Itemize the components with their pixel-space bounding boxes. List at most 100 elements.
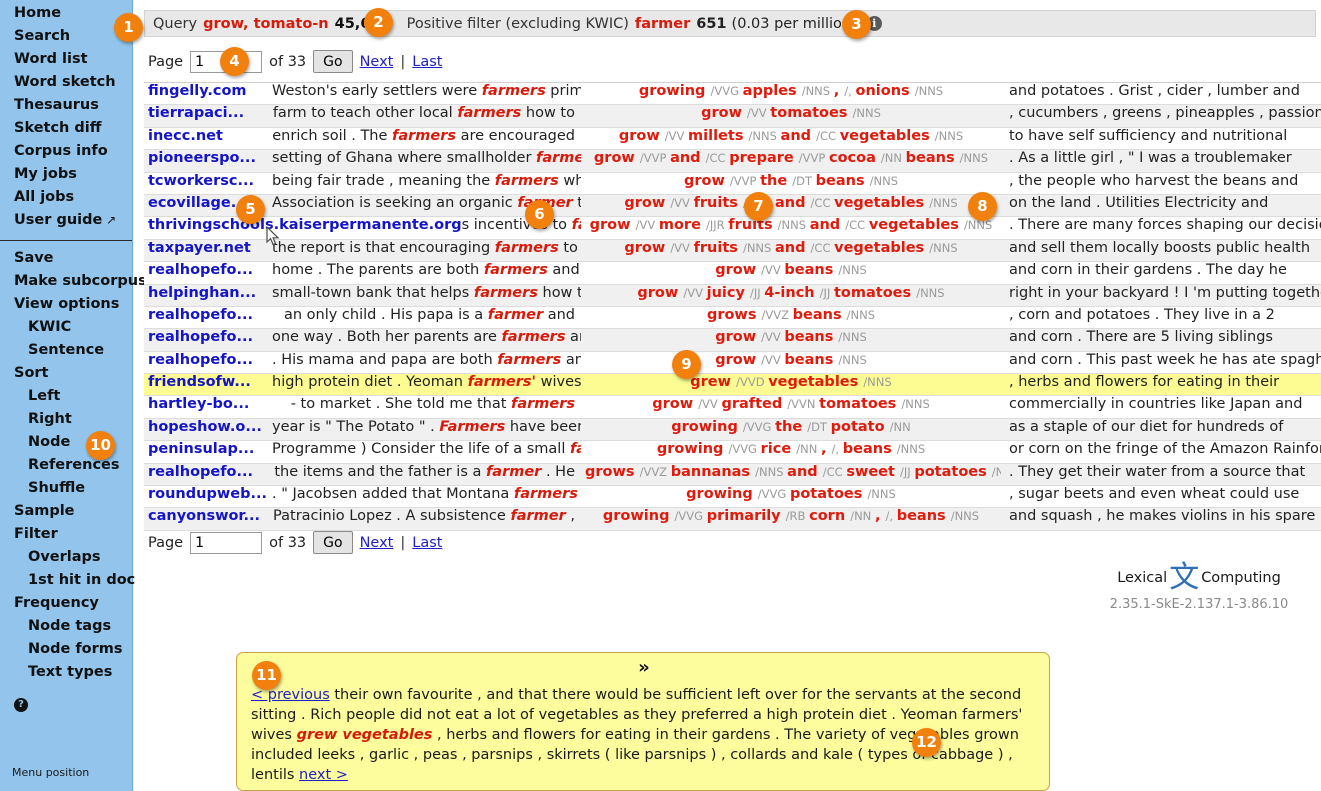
concordance-row[interactable]: hopeshow.o...year is " The Potato " . Fa… [144, 419, 1321, 441]
kwic-node[interactable]: grow /VV millets /NNS and /CC vegetables… [581, 128, 1001, 144]
concordance-row[interactable]: roundupweb.... " Jacobsen added that Mon… [144, 486, 1321, 508]
sidebar-item-corpus-info[interactable]: Corpus info [0, 140, 132, 163]
left-context[interactable]: the items and the father is a farmer . H… [272, 464, 581, 480]
kwic-node[interactable]: growing /VVG rice /NN , /, beans /NNS [581, 441, 1001, 457]
sidebar-item-sample[interactable]: Sample [0, 500, 132, 523]
row-reference-link[interactable]: tcworkersc... [144, 173, 272, 189]
concordance-row[interactable]: realhopefo...an only child . His papa is… [144, 307, 1321, 329]
concordance-row[interactable]: realhopefo...home . The parents are both… [144, 262, 1321, 284]
kwic-node[interactable]: growing /VVG apples /NNS , /, onions /NN… [581, 83, 1001, 99]
concordance-row[interactable]: taxpayer.netthe report is that encouragi… [144, 240, 1321, 262]
concordance-row[interactable]: realhopefo...the items and the father is… [144, 464, 1321, 486]
sidebar-item-view-options[interactable]: View options [0, 293, 132, 316]
sidebar-item-frequency[interactable]: Frequency [0, 592, 132, 615]
concordance-row[interactable]: inecc.netenrich soil . The farmers are e… [144, 128, 1321, 150]
sidebar-item-references[interactable]: References [0, 454, 132, 477]
sidebar-item-node-tags[interactable]: Node tags [0, 615, 132, 638]
right-context[interactable]: , sugar beets and even wheat could use [1001, 486, 1321, 502]
row-reference-link[interactable]: realhopefo... [144, 352, 272, 368]
kwic-node[interactable]: grow /VV more /JJR fruits /NNS and /CC v… [581, 217, 1001, 233]
row-reference-link[interactable]: realhopefo... [144, 329, 272, 345]
concordance-row[interactable]: tcworkersc...being fair trade , meaning … [144, 173, 1321, 195]
next-link-bottom[interactable]: Next [360, 535, 394, 551]
concordance-row[interactable]: peninsulap...Programme ) Consider the li… [144, 441, 1321, 463]
row-reference-link[interactable]: realhopefo... [144, 307, 272, 323]
concordance-row[interactable]: hartley-bo...- to market . She told me t… [144, 396, 1321, 418]
sidebar-item-make-subcorpus[interactable]: Make subcorpus [0, 270, 132, 293]
sidebar-item-filter[interactable]: Filter [0, 523, 132, 546]
row-reference-link[interactable]: helpinghan... [144, 285, 272, 301]
right-context[interactable]: , herbs and flowers for eating in their [1001, 374, 1321, 390]
sidebar-item-node-forms[interactable]: Node forms [0, 638, 132, 661]
sidebar-item-word-sketch[interactable]: Word sketch [0, 71, 132, 94]
row-reference-link[interactable]: peninsulap... [144, 441, 272, 457]
left-context[interactable]: year is " The Potato " . Farmers have be… [272, 419, 581, 435]
left-context[interactable]: Weston's early settlers were farmers pri… [272, 83, 581, 99]
left-context[interactable]: farm to teach other local farmers how to [272, 105, 581, 121]
kwic-node[interactable]: grow /VV beans /NNS [581, 262, 1001, 278]
next-link-top[interactable]: Next [360, 54, 394, 70]
row-reference-link[interactable]: roundupweb... [144, 486, 272, 502]
row-reference-link[interactable]: realhopefo... [144, 262, 272, 278]
concordance-row[interactable]: realhopefo.... His mama and papa are bot… [144, 352, 1321, 374]
concordance-row[interactable]: friendsofw...high protein diet . Yeoman … [144, 374, 1321, 396]
kwic-node[interactable]: grow /VVP the /DT beans /NNS [581, 173, 1001, 189]
row-reference-link[interactable]: taxpayer.net [144, 240, 272, 256]
sidebar-item-sort[interactable]: Sort [0, 362, 132, 385]
left-context[interactable]: Patracinio Lopez . A subsistence farmer … [272, 508, 581, 524]
page-input-bottom[interactable] [190, 532, 262, 554]
sidebar-item-left[interactable]: Left [0, 385, 132, 408]
left-context[interactable]: - to market . She told me that farmers [272, 396, 581, 412]
kwic-node[interactable]: grow /VV tomatoes /NNS [581, 105, 1001, 121]
row-reference-link[interactable]: hopeshow.o... [144, 419, 272, 435]
kwic-node[interactable]: grow /VV beans /NNS [581, 329, 1001, 345]
concordance-row[interactable]: canyonswor...Patracinio Lopez . A subsis… [144, 508, 1321, 530]
kwic-node[interactable]: grow /VV beans /NNS [581, 352, 1001, 368]
left-context[interactable]: being fair trade , meaning the farmers w… [272, 173, 581, 189]
menu-position-label[interactable]: Menu position [12, 766, 89, 779]
concordance-row[interactable]: ecovillage...Association is seeking an o… [144, 195, 1321, 217]
sidebar-help[interactable]: ? [0, 688, 132, 712]
right-context[interactable]: or corn on the fringe of the Amazon Rain… [1001, 441, 1321, 457]
kwic-node[interactable]: grow /VV fruits /NNS and /CC vegetables … [581, 240, 1001, 256]
sidebar-item-user-guide[interactable]: User guide ↗ [0, 209, 132, 232]
right-context[interactable]: and potatoes . Grist , cider , lumber an… [1001, 83, 1321, 99]
left-context[interactable]: high protein diet . Yeoman farmers' wive… [272, 374, 581, 390]
row-reference-link[interactable]: realhopefo... [144, 464, 272, 480]
last-link-bottom[interactable]: Last [412, 535, 442, 551]
concordance-row[interactable]: realhopefo...one way . Both her parents … [144, 329, 1321, 351]
right-context[interactable]: . As a little girl , " I was a troublema… [1001, 150, 1321, 166]
sidebar-item-thesaurus[interactable]: Thesaurus [0, 94, 132, 117]
sidebar-item-my-jobs[interactable]: My jobs [0, 163, 132, 186]
left-context[interactable]: enrich soil . The farmers are encouraged [272, 128, 581, 144]
row-reference-link[interactable]: canyonswor... [144, 508, 272, 524]
kwic-node[interactable]: growing /VVG the /DT potato /NN [581, 419, 1001, 435]
concordance-row[interactable]: pioneerspo...setting of Ghana where smal… [144, 150, 1321, 172]
sidebar-item-home[interactable]: Home [0, 2, 132, 25]
right-context[interactable]: , cucumbers , greens , pineapples , pass… [1001, 105, 1321, 121]
right-context[interactable]: and corn . There are 5 living siblings [1001, 329, 1321, 345]
left-context[interactable]: setting of Ghana where smallholder farme… [272, 150, 581, 166]
left-context[interactable]: Programme ) Consider the life of a small… [272, 441, 581, 457]
row-reference-link[interactable]: fingelly.com [144, 83, 272, 99]
kwic-node[interactable]: grow /VVP and /CC prepare /VVP cocoa /NN… [581, 150, 1001, 166]
left-context[interactable]: . His mama and papa are both farmers and [272, 352, 581, 368]
concordance-row[interactable]: tierrapaci...farm to teach other local f… [144, 105, 1321, 127]
sidebar-item-shuffle[interactable]: Shuffle [0, 477, 132, 500]
row-reference-link[interactable]: inecc.net [144, 128, 272, 144]
left-context[interactable]: the report is that encouraging farmers t… [272, 240, 581, 256]
sidebar-item-1st-hit-in-doc[interactable]: 1st hit in doc [0, 569, 132, 592]
sidebar-item-kwic[interactable]: KWIC [0, 316, 132, 339]
next-context-link[interactable]: next > [299, 767, 348, 783]
left-context[interactable]: an only child . His papa is a farmer and [272, 307, 581, 323]
row-reference-link[interactable]: hartley-bo... [144, 396, 272, 412]
last-link-top[interactable]: Last [412, 54, 442, 70]
left-context[interactable]: home . The parents are both farmers and [272, 262, 581, 278]
sidebar-item-overlaps[interactable]: Overlaps [0, 546, 132, 569]
left-context[interactable]: . " Jacobsen added that Montana farmers [272, 486, 581, 502]
row-reference-link[interactable]: thrivingschools.kaiserpermanente.org [144, 217, 462, 233]
concordance-row[interactable]: helpinghan...small-town bank that helps … [144, 285, 1321, 307]
right-context[interactable]: , corn and potatoes . They live in a 2 [1001, 307, 1321, 323]
sidebar-item-word-list[interactable]: Word list [0, 48, 132, 71]
row-reference-link[interactable]: pioneerspo... [144, 150, 272, 166]
